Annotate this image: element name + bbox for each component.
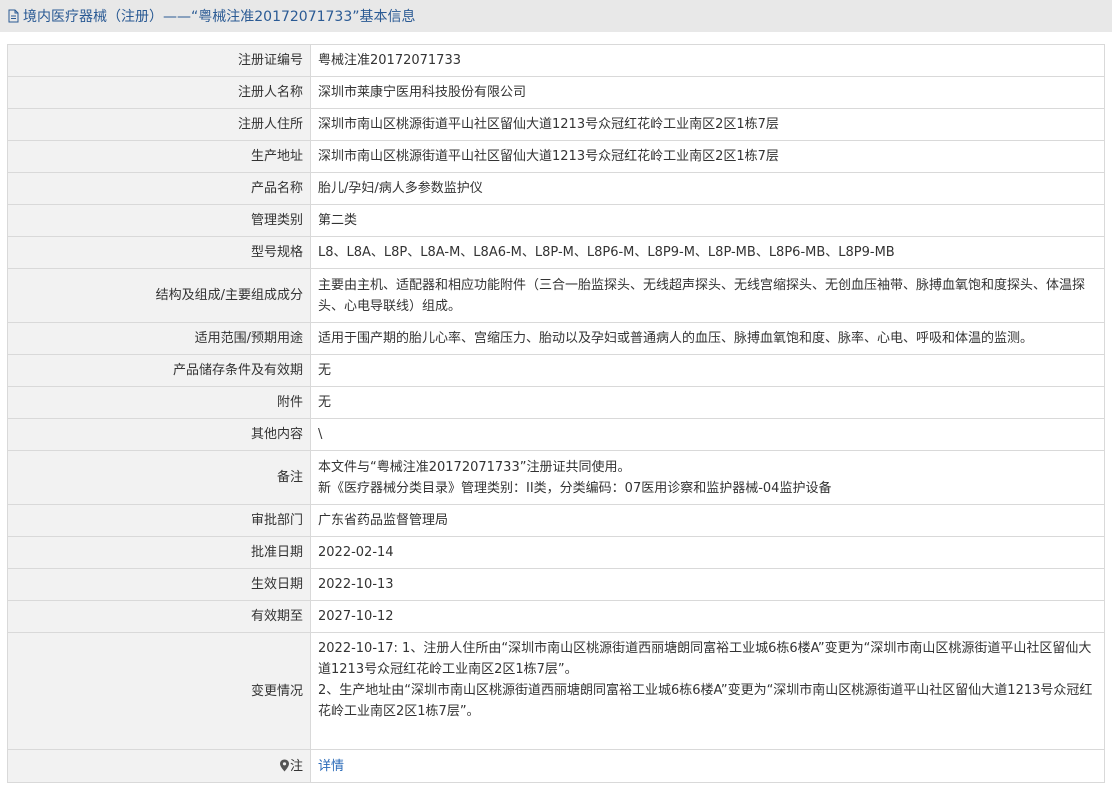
row-value: 深圳市南山区桃源街道平山社区留仙大道1213号众冠红花岭工业南区2区1栋7层 [310, 108, 1105, 141]
table-row: 注册人住所 深圳市南山区桃源街道平山社区留仙大道1213号众冠红花岭工业南区2区… [7, 108, 1105, 141]
table-row: 生产地址 深圳市南山区桃源街道平山社区留仙大道1213号众冠红花岭工业南区2区1… [7, 140, 1105, 173]
row-label: 结构及组成/主要组成成分 [7, 268, 311, 323]
details-link[interactable]: 详情 [318, 759, 344, 774]
note-label-cell: 注 [7, 749, 311, 783]
row-value: L8、L8A、L8P、L8A-M、L8A6-M、L8P-M、L8P6-M、L8P… [310, 236, 1105, 269]
table-row: 注 详情 [7, 749, 1105, 783]
row-label: 审批部门 [7, 504, 311, 537]
row-value: 详情 [310, 749, 1105, 783]
row-label: 其他内容 [7, 418, 311, 451]
change-line: 2022-10-17: 1、注册人住所由“深圳市南山区桃源街道西丽塘朗同富裕工业… [318, 641, 1092, 677]
row-value: 主要由主机、适配器和相应功能附件（三合一胎监探头、无线超声探头、无线宫缩探头、无… [310, 268, 1105, 323]
table-row: 变更情况 2022-10-17: 1、注册人住所由“深圳市南山区桃源街道西丽塘朗… [7, 632, 1105, 750]
row-value: 2027-10-12 [310, 600, 1105, 633]
change-line: 2、生产地址由“深圳市南山区桃源街道西丽塘朗同富裕工业城6栋6楼A”变更为“深圳… [318, 683, 1093, 719]
row-value: 深圳市莱康宁医用科技股份有限公司 [310, 76, 1105, 109]
row-label: 型号规格 [7, 236, 311, 269]
registration-info-table: 注册证编号 粤械注准20172071733 注册人名称 深圳市莱康宁医用科技股份… [7, 44, 1105, 783]
row-value: 适用于围产期的胎儿心率、宫缩压力、胎动以及孕妇或普通病人的血压、脉搏血氧饱和度、… [310, 322, 1105, 355]
row-value: 无 [310, 354, 1105, 387]
row-value: 深圳市南山区桃源街道平山社区留仙大道1213号众冠红花岭工业南区2区1栋7层 [310, 140, 1105, 173]
table-row: 有效期至 2027-10-12 [7, 600, 1105, 633]
row-value: 第二类 [310, 204, 1105, 237]
row-label: 批准日期 [7, 536, 311, 569]
row-label: 变更情况 [7, 632, 311, 750]
row-label: 注册证编号 [7, 44, 311, 77]
row-value: 2022-10-13 [310, 568, 1105, 601]
row-label: 注册人名称 [7, 76, 311, 109]
row-label: 注册人住所 [7, 108, 311, 141]
table-row: 备注 本文件与“粤械注准20172071733”注册证共同使用。 新《医疗器械分… [7, 450, 1105, 505]
row-label: 生效日期 [7, 568, 311, 601]
table-row: 注册证编号 粤械注准20172071733 [7, 44, 1105, 77]
table-row: 产品名称 胎儿/孕妇/病人多参数监护仪 [7, 172, 1105, 205]
row-value: 广东省药品监督管理局 [310, 504, 1105, 537]
remark-line: 本文件与“粤械注准20172071733”注册证共同使用。 [318, 459, 631, 475]
row-value: 粤械注准20172071733 [310, 44, 1105, 77]
row-label: 生产地址 [7, 140, 311, 173]
row-value: \ [310, 418, 1105, 451]
row-label: 产品名称 [7, 172, 311, 205]
row-value: 2022-02-14 [310, 536, 1105, 569]
remark-line: 新《医疗器械分类目录》管理类别：II类，分类编码：07医用诊察和监护器械-04监… [318, 480, 832, 496]
note-label: 注 [289, 758, 303, 774]
row-label: 附件 [7, 386, 311, 419]
table-row: 管理类别 第二类 [7, 204, 1105, 237]
row-value: 2022-10-17: 1、注册人住所由“深圳市南山区桃源街道西丽塘朗同富裕工业… [310, 632, 1105, 750]
table-row: 产品储存条件及有效期 无 [7, 354, 1105, 387]
row-label: 适用范围/预期用途 [7, 322, 311, 355]
row-value: 本文件与“粤械注准20172071733”注册证共同使用。 新《医疗器械分类目录… [310, 450, 1105, 505]
table-row: 适用范围/预期用途 适用于围产期的胎儿心率、宫缩压力、胎动以及孕妇或普通病人的血… [7, 322, 1105, 355]
location-pin-icon [279, 759, 289, 771]
row-label: 有效期至 [7, 600, 311, 633]
table-row: 注册人名称 深圳市莱康宁医用科技股份有限公司 [7, 76, 1105, 109]
row-label: 产品储存条件及有效期 [7, 354, 311, 387]
row-value: 无 [310, 386, 1105, 419]
table-row: 其他内容 \ [7, 418, 1105, 451]
row-label: 备注 [7, 450, 311, 505]
table-row: 批准日期 2022-02-14 [7, 536, 1105, 569]
row-value: 胎儿/孕妇/病人多参数监护仪 [310, 172, 1105, 205]
table-row: 型号规格 L8、L8A、L8P、L8A-M、L8A6-M、L8P-M、L8P6-… [7, 236, 1105, 269]
row-label: 管理类别 [7, 204, 311, 237]
page-title: 境内医疗器械（注册）——“粤械注准20172071733”基本信息 [23, 9, 416, 25]
page-title-bar: 境内医疗器械（注册）——“粤械注准20172071733”基本信息 [0, 0, 1112, 32]
document-icon [8, 9, 19, 23]
table-row: 审批部门 广东省药品监督管理局 [7, 504, 1105, 537]
table-row: 生效日期 2022-10-13 [7, 568, 1105, 601]
table-row: 结构及组成/主要组成成分 主要由主机、适配器和相应功能附件（三合一胎监探头、无线… [7, 268, 1105, 323]
table-row: 附件 无 [7, 386, 1105, 419]
